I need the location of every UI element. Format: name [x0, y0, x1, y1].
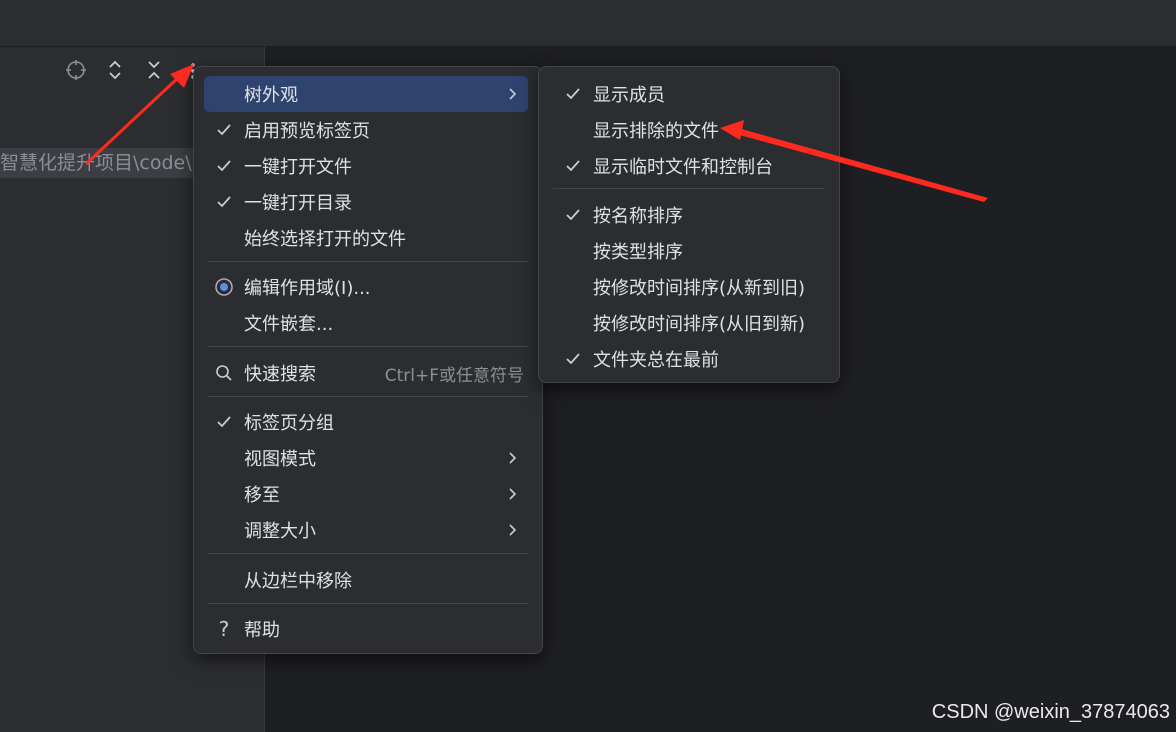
search-icon — [204, 355, 244, 391]
chevron-right-icon — [502, 487, 522, 501]
menu-separator — [208, 261, 528, 262]
menu-item-resize[interactable]: 调整大小 — [204, 512, 528, 548]
menu-separator — [208, 346, 528, 347]
menu-item-tab-groups[interactable]: 标签页分组 — [204, 404, 528, 440]
menu-item-label: 一键打开目录 — [244, 193, 352, 214]
menu-item-always-select-opened-file[interactable]: 始终选择打开的文件 — [204, 220, 528, 256]
menu-item-file-nesting[interactable]: 文件嵌套... — [204, 305, 528, 341]
menu-item-label: 从边栏中移除 — [244, 571, 352, 592]
menu-item-speed-search[interactable]: 快速搜索 Ctrl+F或任意符号 — [204, 355, 528, 391]
menu-item-label: 按修改时间排序(从旧到新) — [593, 314, 806, 335]
menu-item-open-files-single-click[interactable]: 一键打开文件 — [204, 148, 528, 184]
menu-item-label: 显示排除的文件 — [593, 121, 719, 142]
menu-item-label: 帮助 — [244, 620, 280, 641]
check-icon — [204, 112, 244, 148]
options-menu: 树外观 启用预览标签页 一键打开文件 一键打开目录 始终选择打开的文件 编辑作用… — [193, 66, 543, 654]
check-icon — [204, 148, 244, 184]
check-icon — [204, 184, 244, 220]
menu-item-label: 按修改时间排序(从新到旧) — [593, 278, 806, 299]
tree-appearance-submenu: 显示成员 显示排除的文件 显示临时文件和控制台 按名称排序 按类型排序 按修改时… — [538, 66, 840, 383]
menu-item-label: 文件嵌套... — [244, 314, 334, 335]
submenu-item-sort-by-modified-newest[interactable]: 按修改时间排序(从新到旧) — [553, 269, 825, 305]
check-icon — [204, 404, 244, 440]
check-icon — [553, 76, 593, 112]
expand-all-icon[interactable] — [103, 58, 127, 82]
menu-item-label: 一键打开文件 — [244, 157, 352, 178]
menu-item-enable-preview-tab[interactable]: 启用预览标签页 — [204, 112, 528, 148]
menu-item-move-to[interactable]: 移至 — [204, 476, 528, 512]
chevron-right-icon — [502, 87, 522, 101]
help-icon: ? — [218, 617, 230, 641]
submenu-item-sort-by-modified-oldest[interactable]: 按修改时间排序(从旧到新) — [553, 305, 825, 341]
watermark: CSDN @weixin_37874063 — [931, 701, 1170, 723]
chevron-right-icon — [502, 523, 522, 537]
submenu-item-sort-by-name[interactable]: 按名称排序 — [553, 197, 825, 233]
shortcut-hint: Ctrl+F或任意符号 — [384, 365, 524, 386]
crosshair-icon[interactable] — [64, 58, 88, 82]
submenu-item-show-scratch-files[interactable]: 显示临时文件和控制台 — [553, 148, 825, 184]
menu-item-label: 启用预览标签页 — [244, 121, 370, 142]
menu-item-label: 显示成员 — [593, 85, 665, 106]
menu-item-label: 按名称排序 — [593, 206, 683, 227]
menu-item-label: 编辑作用域(I)... — [244, 278, 371, 299]
check-icon — [553, 148, 593, 184]
check-icon — [553, 197, 593, 233]
menu-separator — [208, 603, 528, 604]
menu-item-label: 树外观 — [244, 85, 298, 106]
submenu-item-show-members[interactable]: 显示成员 — [553, 76, 825, 112]
scope-radio-icon — [204, 269, 244, 305]
menu-item-tree-appearance[interactable]: 树外观 — [204, 76, 528, 112]
menu-separator — [208, 553, 528, 554]
submenu-item-show-excluded-files[interactable]: 显示排除的文件 — [553, 112, 825, 148]
check-icon — [553, 341, 593, 377]
menu-item-view-mode[interactable]: 视图模式 — [204, 440, 528, 476]
menu-item-remove-from-sidebar[interactable]: 从边栏中移除 — [204, 562, 528, 598]
menu-item-label: 调整大小 — [244, 521, 316, 542]
menu-item-label: 始终选择打开的文件 — [244, 229, 406, 250]
menu-item-help[interactable]: ? 帮助 — [204, 611, 528, 647]
menu-item-label: 标签页分组 — [244, 413, 334, 434]
menu-item-label: 视图模式 — [244, 449, 316, 470]
menu-item-label: 按类型排序 — [593, 242, 683, 263]
submenu-item-sort-by-type[interactable]: 按类型排序 — [553, 233, 825, 269]
menu-item-edit-scopes[interactable]: 编辑作用域(I)... — [204, 269, 528, 305]
menu-separator — [553, 188, 825, 189]
menu-item-label: 显示临时文件和控制台 — [593, 157, 773, 178]
menu-item-open-dirs-single-click[interactable]: 一键打开目录 — [204, 184, 528, 220]
top-toolbar — [0, 0, 1176, 47]
menu-item-label: 文件夹总在最前 — [593, 350, 719, 371]
project-path[interactable]: 智慧化提升项目\code\p — [0, 148, 200, 178]
chevron-right-icon — [502, 451, 522, 465]
menu-item-label: 移至 — [244, 485, 280, 506]
menu-item-label: 快速搜索 — [244, 364, 316, 385]
submenu-item-folders-always-first[interactable]: 文件夹总在最前 — [553, 341, 825, 377]
collapse-all-icon[interactable] — [142, 58, 166, 82]
menu-separator — [208, 396, 528, 397]
